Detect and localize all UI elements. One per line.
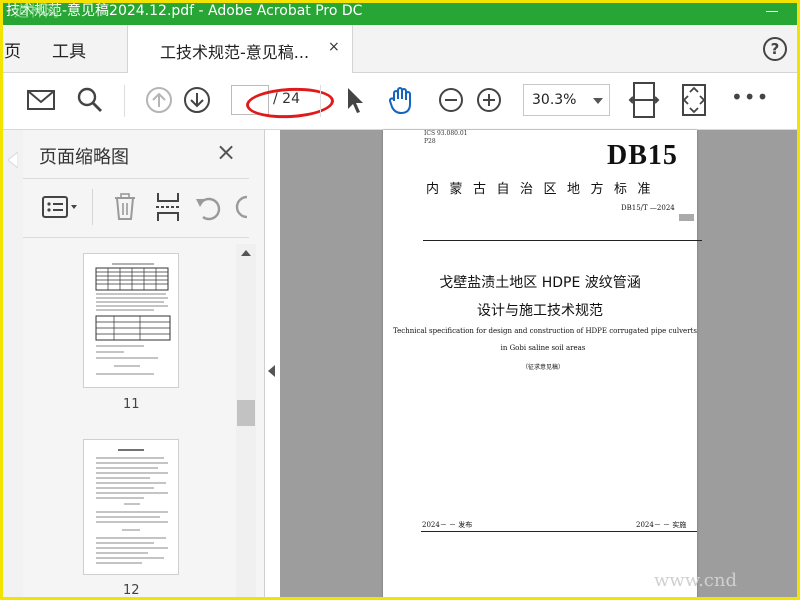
zoom-level-value: 30.3% xyxy=(532,92,577,108)
fit-page-icon[interactable] xyxy=(680,83,708,117)
scrollbar-thumb[interactable] xyxy=(237,400,255,426)
standard-type: 内蒙古自治区地方标准 xyxy=(426,182,662,197)
delete-icon[interactable] xyxy=(112,193,138,221)
fit-width-icon[interactable] xyxy=(628,81,660,119)
document-title-line2: 设计与施工技术规范 xyxy=(477,303,603,319)
tools-separator xyxy=(92,189,93,225)
ics-code: ICS 93.080.01 P28 xyxy=(424,130,468,146)
implement-date: 2024－ － 实施 xyxy=(636,521,687,529)
zoom-in-icon[interactable] xyxy=(474,85,504,115)
watermark-text: www.cnd xyxy=(654,570,738,591)
previous-page-icon[interactable] xyxy=(144,85,174,115)
minimize-button[interactable] xyxy=(766,11,778,12)
help-icon[interactable]: ? xyxy=(763,37,787,61)
toolbar-separator xyxy=(124,85,125,117)
standard-code: DB15 xyxy=(607,140,678,171)
pane-close-icon[interactable]: × xyxy=(216,140,236,164)
chevron-down-icon xyxy=(593,98,603,104)
page-thumbnail-label: 12 xyxy=(123,583,140,598)
watermark-logo: 道林网 xyxy=(14,2,60,20)
hand-tool-icon[interactable] xyxy=(386,85,416,115)
ics-number: ICS 93.080.01 xyxy=(424,130,468,137)
tab-close-icon[interactable]: × xyxy=(328,39,340,55)
insert-page-icon[interactable] xyxy=(154,191,182,223)
rotate-clockwise-icon[interactable] xyxy=(233,193,249,221)
page-thumbnail[interactable] xyxy=(83,439,179,575)
english-title-line2: in Gobi saline soil areas xyxy=(500,344,586,352)
thumbnails-scrollbar[interactable] xyxy=(236,244,256,600)
page-thumbnail[interactable] xyxy=(83,253,179,388)
document-page: ICS 93.080.01 P28 DB15 内蒙古自治区地方标准 DB15/T… xyxy=(383,130,702,600)
tab-home[interactable]: 页 xyxy=(4,37,21,62)
ccs-number: P28 xyxy=(424,138,436,145)
standard-number: DB15/T —2024 xyxy=(621,204,675,212)
redaction-mark xyxy=(679,214,694,221)
tab-tools[interactable]: 工具 xyxy=(52,37,86,62)
select-cursor-icon[interactable] xyxy=(340,85,370,115)
toolbar: / 24 30.3% ••• xyxy=(0,73,800,130)
page-thumbnail-image xyxy=(96,449,168,564)
thumbnail-tools xyxy=(23,178,249,238)
document-title-line1: 戈壁盐渍土地区 HDPE 波纹管涵 xyxy=(439,275,641,291)
english-title-line1: Technical specification for design and c… xyxy=(393,327,697,335)
window-title-bar: 技术规范-意见稿2024.12.pdf - Adobe Acrobat Pro … xyxy=(0,0,800,25)
page-thumbnail-label: 11 xyxy=(123,397,140,412)
collapse-pane-icon[interactable] xyxy=(268,365,275,377)
rotate-counterclockwise-icon[interactable] xyxy=(193,193,223,221)
zoom-out-icon[interactable] xyxy=(436,85,466,115)
tab-bar: 页 工具 工技术规范-意见稿... × xyxy=(0,25,800,73)
next-page-icon[interactable] xyxy=(182,85,212,115)
more-options-icon[interactable]: ••• xyxy=(731,85,769,109)
zoom-level-select[interactable]: 30.3% xyxy=(523,84,610,116)
left-pane-strip xyxy=(0,130,24,600)
thumbnail-options-icon[interactable] xyxy=(41,193,79,221)
toolbar-separator xyxy=(320,85,321,117)
scroll-up-icon[interactable] xyxy=(241,250,251,256)
footer-rule xyxy=(421,531,697,532)
pane-pointer-icon xyxy=(8,152,18,168)
pane-title: 页面缩略图 xyxy=(39,147,129,168)
tab-document[interactable]: 工技术规范-意见稿... × xyxy=(127,25,353,73)
window-title: 技术规范-意见稿2024.12.pdf - Adobe Acrobat Pro … xyxy=(6,3,363,19)
email-icon[interactable] xyxy=(26,85,56,115)
tab-document-label: 工技术规范-意见稿... xyxy=(160,43,310,62)
search-icon[interactable] xyxy=(75,85,105,115)
issue-date: 2024－ － 发布 xyxy=(422,521,473,529)
page-thumbnail-image xyxy=(95,263,171,375)
header-rule xyxy=(423,240,702,241)
draft-note: （征求意见稿） xyxy=(521,364,564,371)
